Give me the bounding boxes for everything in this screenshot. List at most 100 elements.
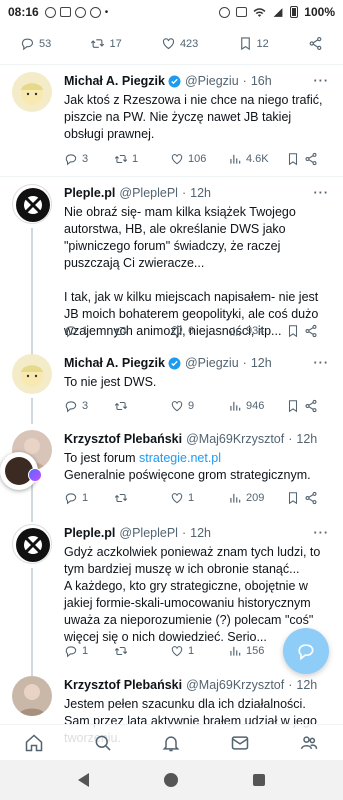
thread-line: [31, 228, 33, 358]
avatar[interactable]: [12, 354, 52, 394]
dot-separator: ·: [181, 526, 187, 540]
bookmark-icon: [240, 37, 250, 51]
views-button[interactable]: 156: [228, 644, 286, 658]
views-icon: [230, 493, 241, 503]
author-name[interactable]: Michał A. Piegzik: [64, 74, 165, 88]
retweet-button[interactable]: [114, 399, 170, 413]
like-button[interactable]: 423: [161, 36, 198, 51]
share-icon: [305, 324, 317, 338]
bookmark-button[interactable]: [286, 491, 304, 505]
reply-button[interactable]: 1: [64, 644, 114, 658]
more-notifications-icon: •: [104, 6, 109, 18]
author-name[interactable]: Krzysztof Plebański: [64, 678, 182, 692]
reply-count: 1: [82, 325, 89, 337]
like-button[interactable]: 1: [170, 644, 228, 658]
photo-icon: [59, 7, 71, 17]
share-button[interactable]: [304, 399, 318, 413]
more-options-icon[interactable]: ···: [314, 356, 330, 370]
retweet-button[interactable]: [114, 324, 170, 338]
like-button[interactable]: 6: [170, 324, 228, 338]
tweet-actions: 3 9 946: [64, 399, 335, 413]
more-options-icon[interactable]: ···: [314, 526, 330, 540]
battery-icon: [290, 6, 299, 18]
views-icon: [230, 154, 241, 164]
chat-bubble-icon: [298, 644, 314, 661]
avatar[interactable]: [12, 72, 52, 112]
reply-button[interactable]: 3: [64, 152, 114, 166]
author-handle: @Piegziu: [184, 356, 239, 370]
share-icon: [305, 491, 317, 505]
avatar[interactable]: [12, 524, 52, 564]
home-circle-icon[interactable]: [163, 773, 178, 787]
retweet-button[interactable]: [114, 491, 170, 505]
author-handle: @Maj69Krzysztof: [186, 678, 285, 692]
views-button[interactable]: 209: [228, 491, 286, 505]
bookmark-button[interactable]: [286, 152, 304, 166]
verified-badge-icon: [168, 357, 181, 369]
share-button[interactable]: [304, 491, 318, 505]
notifications-bell-icon[interactable]: [161, 733, 181, 753]
author-name[interactable]: Pleple.pl: [64, 526, 115, 540]
more-options-icon[interactable]: ···: [314, 186, 330, 200]
messages-envelope-icon[interactable]: [230, 733, 250, 753]
heart-icon: [171, 646, 183, 657]
reply-button[interactable]: 1: [64, 491, 114, 505]
share-button[interactable]: [304, 324, 318, 338]
author-name[interactable]: Pleple.pl: [64, 186, 115, 200]
avatar[interactable]: [12, 184, 52, 224]
views-button[interactable]: 934: [228, 324, 286, 338]
tweet-header: Krzysztof Plebański @Maj69Krzysztof · 12…: [64, 432, 329, 446]
retweet-icon: [114, 401, 128, 411]
bookmark-button[interactable]: 12: [238, 36, 269, 51]
reply-button[interactable]: 1: [64, 324, 114, 338]
views-icon: [230, 326, 241, 336]
communities-icon[interactable]: [299, 733, 319, 753]
view-count: 4.6K: [246, 153, 269, 165]
heart-icon: [162, 38, 174, 50]
heart-icon: [171, 154, 183, 165]
retweet-button[interactable]: 1: [114, 152, 170, 166]
reply-count: 3: [82, 153, 89, 165]
reply-icon: [65, 493, 77, 505]
like-button[interactable]: 1: [170, 491, 228, 505]
author-handle: @PleplePl: [119, 186, 178, 200]
views-button[interactable]: 4.6K: [228, 152, 286, 166]
author-name[interactable]: Krzysztof Plebański: [64, 432, 182, 446]
reply-count: 1: [82, 645, 89, 657]
compose-button[interactable]: [283, 628, 329, 674]
heart-icon: [171, 401, 183, 412]
like-button[interactable]: 106: [170, 152, 228, 166]
share-button[interactable]: [308, 36, 323, 51]
messenger-badge-icon: [28, 468, 42, 482]
reply-icon: [65, 401, 77, 413]
share-icon: [309, 37, 322, 50]
like-button[interactable]: 9: [170, 399, 228, 413]
back-icon[interactable]: [77, 773, 89, 787]
tweet-time: 12h: [190, 186, 211, 200]
bookmark-button[interactable]: [286, 399, 304, 413]
share-button[interactable]: [304, 152, 318, 166]
avatar[interactable]: [12, 676, 52, 716]
tweet-paragraph: Jak ktoś z Rzeszowa i nie chce na niego …: [64, 93, 323, 141]
author-name[interactable]: Michał A. Piegzik: [64, 356, 165, 370]
reply-button[interactable]: 3: [64, 399, 114, 413]
top-tweet-actions: 53 17 423 12: [0, 36, 343, 51]
views-button[interactable]: 946: [228, 399, 286, 413]
retweet-button[interactable]: [114, 644, 170, 658]
retweet-button[interactable]: 17: [90, 36, 122, 51]
more-options-icon[interactable]: ···: [314, 74, 330, 88]
bookmark-button[interactable]: [286, 324, 304, 338]
home-icon[interactable]: [24, 733, 44, 753]
pleple-logo-icon: [16, 188, 50, 222]
tweet-time: 12h: [250, 356, 272, 370]
search-icon[interactable]: [93, 733, 113, 753]
reply-button[interactable]: 53: [20, 36, 51, 51]
recents-icon[interactable]: [253, 774, 266, 786]
tweet-paragraph: Gdyż aczkolwiek ponieważ znam tych ludzi…: [64, 545, 321, 576]
retweet-count: 17: [109, 37, 122, 50]
reply-icon: [65, 154, 77, 166]
heart-icon: [171, 493, 183, 504]
tweet-link[interactable]: strategie.net.pl: [139, 451, 221, 465]
tweet-time: 16h: [250, 74, 272, 88]
battery-level: 100%: [304, 5, 335, 19]
